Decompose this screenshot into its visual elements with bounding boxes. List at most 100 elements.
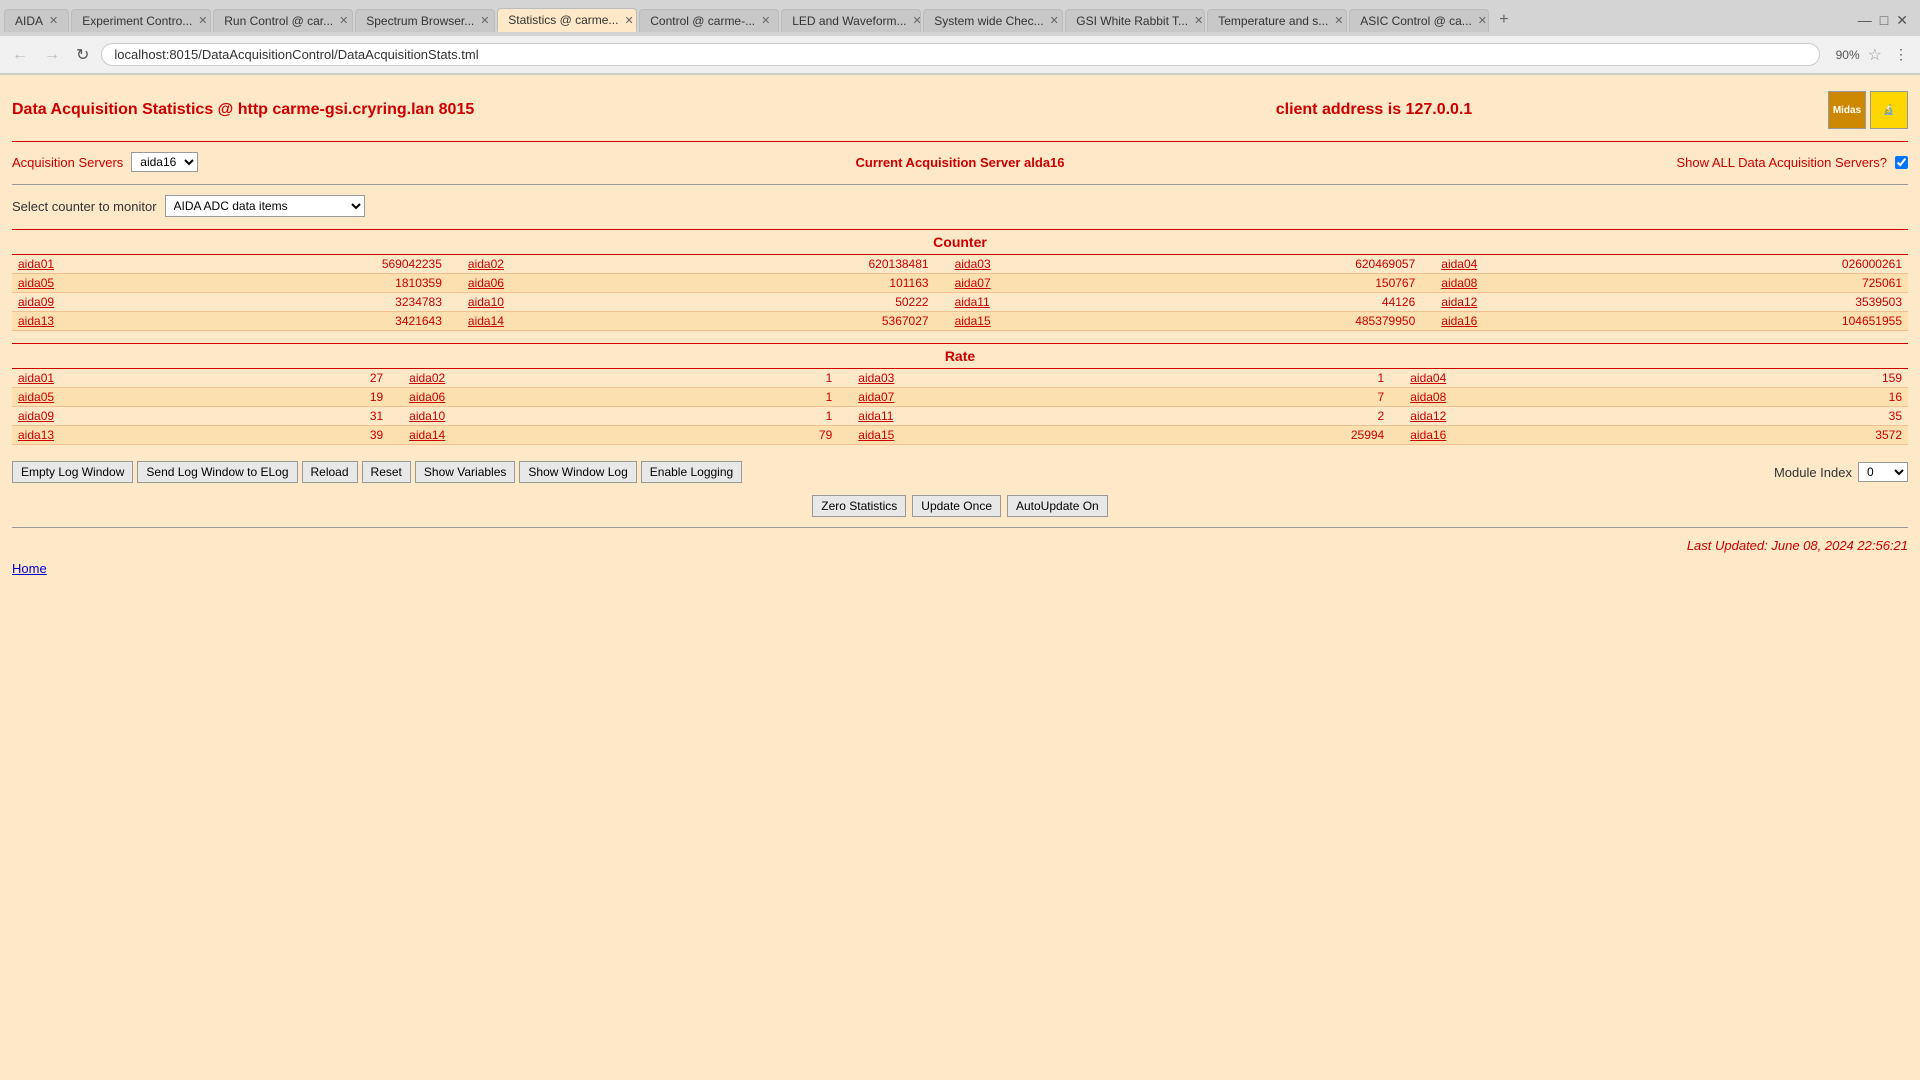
tab-label: Temperature and s... — [1218, 14, 1328, 28]
rate-name[interactable]: aida13 — [12, 426, 259, 445]
tab-temperature[interactable]: Temperature and s... ✕ — [1207, 9, 1347, 32]
rate-name[interactable]: aida15 — [838, 426, 1157, 445]
table-row: aida01 569042235 aida02 620138481 aida03… — [12, 255, 1908, 274]
counter-dropdown[interactable]: AIDA ADC data items — [165, 195, 365, 217]
counter-name[interactable]: aida11 — [935, 293, 1160, 312]
counter-section-header: Counter — [12, 229, 1908, 255]
tab-label: System wide Chec... — [934, 14, 1043, 28]
show-variables-button[interactable]: Show Variables — [415, 461, 516, 483]
bookmark-icon[interactable]: ☆ — [1868, 45, 1882, 65]
rate-name[interactable]: aida01 — [12, 369, 259, 388]
rate-name[interactable]: aida10 — [389, 407, 708, 426]
counter-name[interactable]: aida12 — [1421, 293, 1646, 312]
page-header: Data Acquisition Statistics @ http carme… — [12, 83, 1908, 137]
rate-name[interactable]: aida12 — [1390, 407, 1709, 426]
tab-experiment-control[interactable]: Experiment Contro... ✕ — [71, 9, 211, 32]
tab-led-waveform[interactable]: LED and Waveform... ✕ — [781, 9, 921, 32]
empty-log-window-button[interactable]: Empty Log Window — [12, 461, 133, 483]
counter-name[interactable]: aida09 — [12, 293, 186, 312]
close-icon[interactable]: ✕ — [761, 14, 770, 27]
maximize-button[interactable]: □ — [1880, 12, 1888, 28]
counter-name[interactable]: aida13 — [12, 312, 186, 331]
reload-button[interactable]: ↻ — [72, 43, 93, 67]
table-row: aida09 3234783 aida10 50222 aida11 44126… — [12, 293, 1908, 312]
rate-name[interactable]: aida16 — [1390, 426, 1709, 445]
counter-name[interactable]: aida10 — [448, 293, 673, 312]
autoupdate-button[interactable]: AutoUpdate On — [1007, 495, 1108, 517]
back-button[interactable]: ← — [8, 44, 32, 66]
tab-system-check[interactable]: System wide Chec... ✕ — [923, 9, 1063, 32]
rate-name[interactable]: aida05 — [12, 388, 259, 407]
tab-spectrum-browser[interactable]: Spectrum Browser... ✕ — [355, 9, 495, 32]
rate-name[interactable]: aida02 — [389, 369, 708, 388]
rate-name[interactable]: aida09 — [12, 407, 259, 426]
counter-name[interactable]: aida05 — [12, 274, 186, 293]
server-select[interactable]: aida16 — [131, 152, 198, 172]
show-window-log-button[interactable]: Show Window Log — [519, 461, 636, 483]
center-buttons: Zero Statistics Update Once AutoUpdate O… — [12, 491, 1908, 521]
minimize-button[interactable]: — — [1858, 12, 1872, 28]
rate-value: 35 — [1709, 407, 1908, 426]
close-icon[interactable]: ✕ — [913, 14, 922, 27]
tab-label: Run Control @ car... — [224, 14, 333, 28]
module-index-select[interactable]: 0 — [1858, 462, 1908, 482]
rate-name[interactable]: aida11 — [838, 407, 1157, 426]
reset-button[interactable]: Reset — [362, 461, 411, 483]
section-divider — [12, 184, 1908, 185]
forward-button[interactable]: → — [40, 44, 64, 66]
show-all-checkbox[interactable] — [1895, 156, 1908, 169]
rate-value: 3572 — [1709, 426, 1908, 445]
rate-name[interactable]: aida06 — [389, 388, 708, 407]
counter-name[interactable]: aida01 — [12, 255, 186, 274]
counter-name[interactable]: aida08 — [1421, 274, 1646, 293]
close-icon[interactable]: ✕ — [1478, 14, 1487, 27]
home-link[interactable]: Home — [12, 557, 1908, 580]
send-log-button[interactable]: Send Log Window to ELog — [137, 461, 297, 483]
reload-page-button[interactable]: Reload — [302, 461, 358, 483]
counter-name[interactable]: aida14 — [448, 312, 673, 331]
counter-name[interactable]: aida15 — [935, 312, 1160, 331]
tab-control[interactable]: Control @ carme-... ✕ — [639, 9, 779, 32]
address-bar[interactable]: localhost:8015/DataAcquisitionControl/Da… — [101, 43, 1819, 66]
rate-value: 31 — [259, 407, 389, 426]
rate-name[interactable]: aida14 — [389, 426, 708, 445]
rate-name[interactable]: aida07 — [838, 388, 1157, 407]
close-icon[interactable]: ✕ — [1334, 14, 1343, 27]
counter-name[interactable]: aida06 — [448, 274, 673, 293]
close-icon[interactable]: ✕ — [1194, 14, 1203, 27]
tab-asic-control[interactable]: ASIC Control @ ca... ✕ — [1349, 9, 1489, 32]
close-icon[interactable]: ✕ — [1050, 14, 1059, 27]
tab-aida[interactable]: AIDA ✕ — [4, 9, 69, 32]
close-icon[interactable]: ✕ — [49, 14, 58, 27]
close-window-button[interactable]: ✕ — [1896, 12, 1908, 29]
tab-gsi-white-rabbit[interactable]: GSI White Rabbit T... ✕ — [1065, 9, 1205, 32]
extensions-icon[interactable]: ⋮ — [1890, 44, 1912, 65]
rate-value: 27 — [259, 369, 389, 388]
tab-bar: AIDA ✕ Experiment Contro... ✕ Run Contro… — [0, 0, 1920, 36]
rate-name[interactable]: aida08 — [1390, 388, 1709, 407]
rate-value: 16 — [1709, 388, 1908, 407]
tab-run-control[interactable]: Run Control @ car... ✕ — [213, 9, 353, 32]
counter-select-label: Select counter to monitor — [12, 199, 157, 214]
enable-logging-button[interactable]: Enable Logging — [641, 461, 742, 483]
close-icon[interactable]: ✕ — [480, 14, 489, 27]
zero-statistics-button[interactable]: Zero Statistics — [812, 495, 906, 517]
counter-name[interactable]: aida16 — [1421, 312, 1646, 331]
close-icon[interactable]: ✕ — [198, 14, 207, 27]
rate-name[interactable]: aida04 — [1390, 369, 1709, 388]
tab-label: LED and Waveform... — [792, 14, 906, 28]
module-index-label: Module Index — [1774, 465, 1852, 480]
update-once-button[interactable]: Update Once — [912, 495, 1001, 517]
counter-name[interactable]: aida07 — [935, 274, 1160, 293]
tab-statistics[interactable]: Statistics @ carme... ✕ — [497, 8, 637, 32]
counter-name[interactable]: aida03 — [935, 255, 1160, 274]
counter-value: 104651955 — [1646, 312, 1908, 331]
rate-value: 79 — [708, 426, 838, 445]
close-icon[interactable]: ✕ — [624, 14, 633, 27]
new-tab-button[interactable]: + — [1491, 7, 1516, 33]
rate-name[interactable]: aida03 — [838, 369, 1157, 388]
counter-name[interactable]: aida04 — [1421, 255, 1646, 274]
close-icon[interactable]: ✕ — [339, 14, 348, 27]
counter-name[interactable]: aida02 — [448, 255, 673, 274]
counter-value: 620469057 — [1160, 255, 1422, 274]
